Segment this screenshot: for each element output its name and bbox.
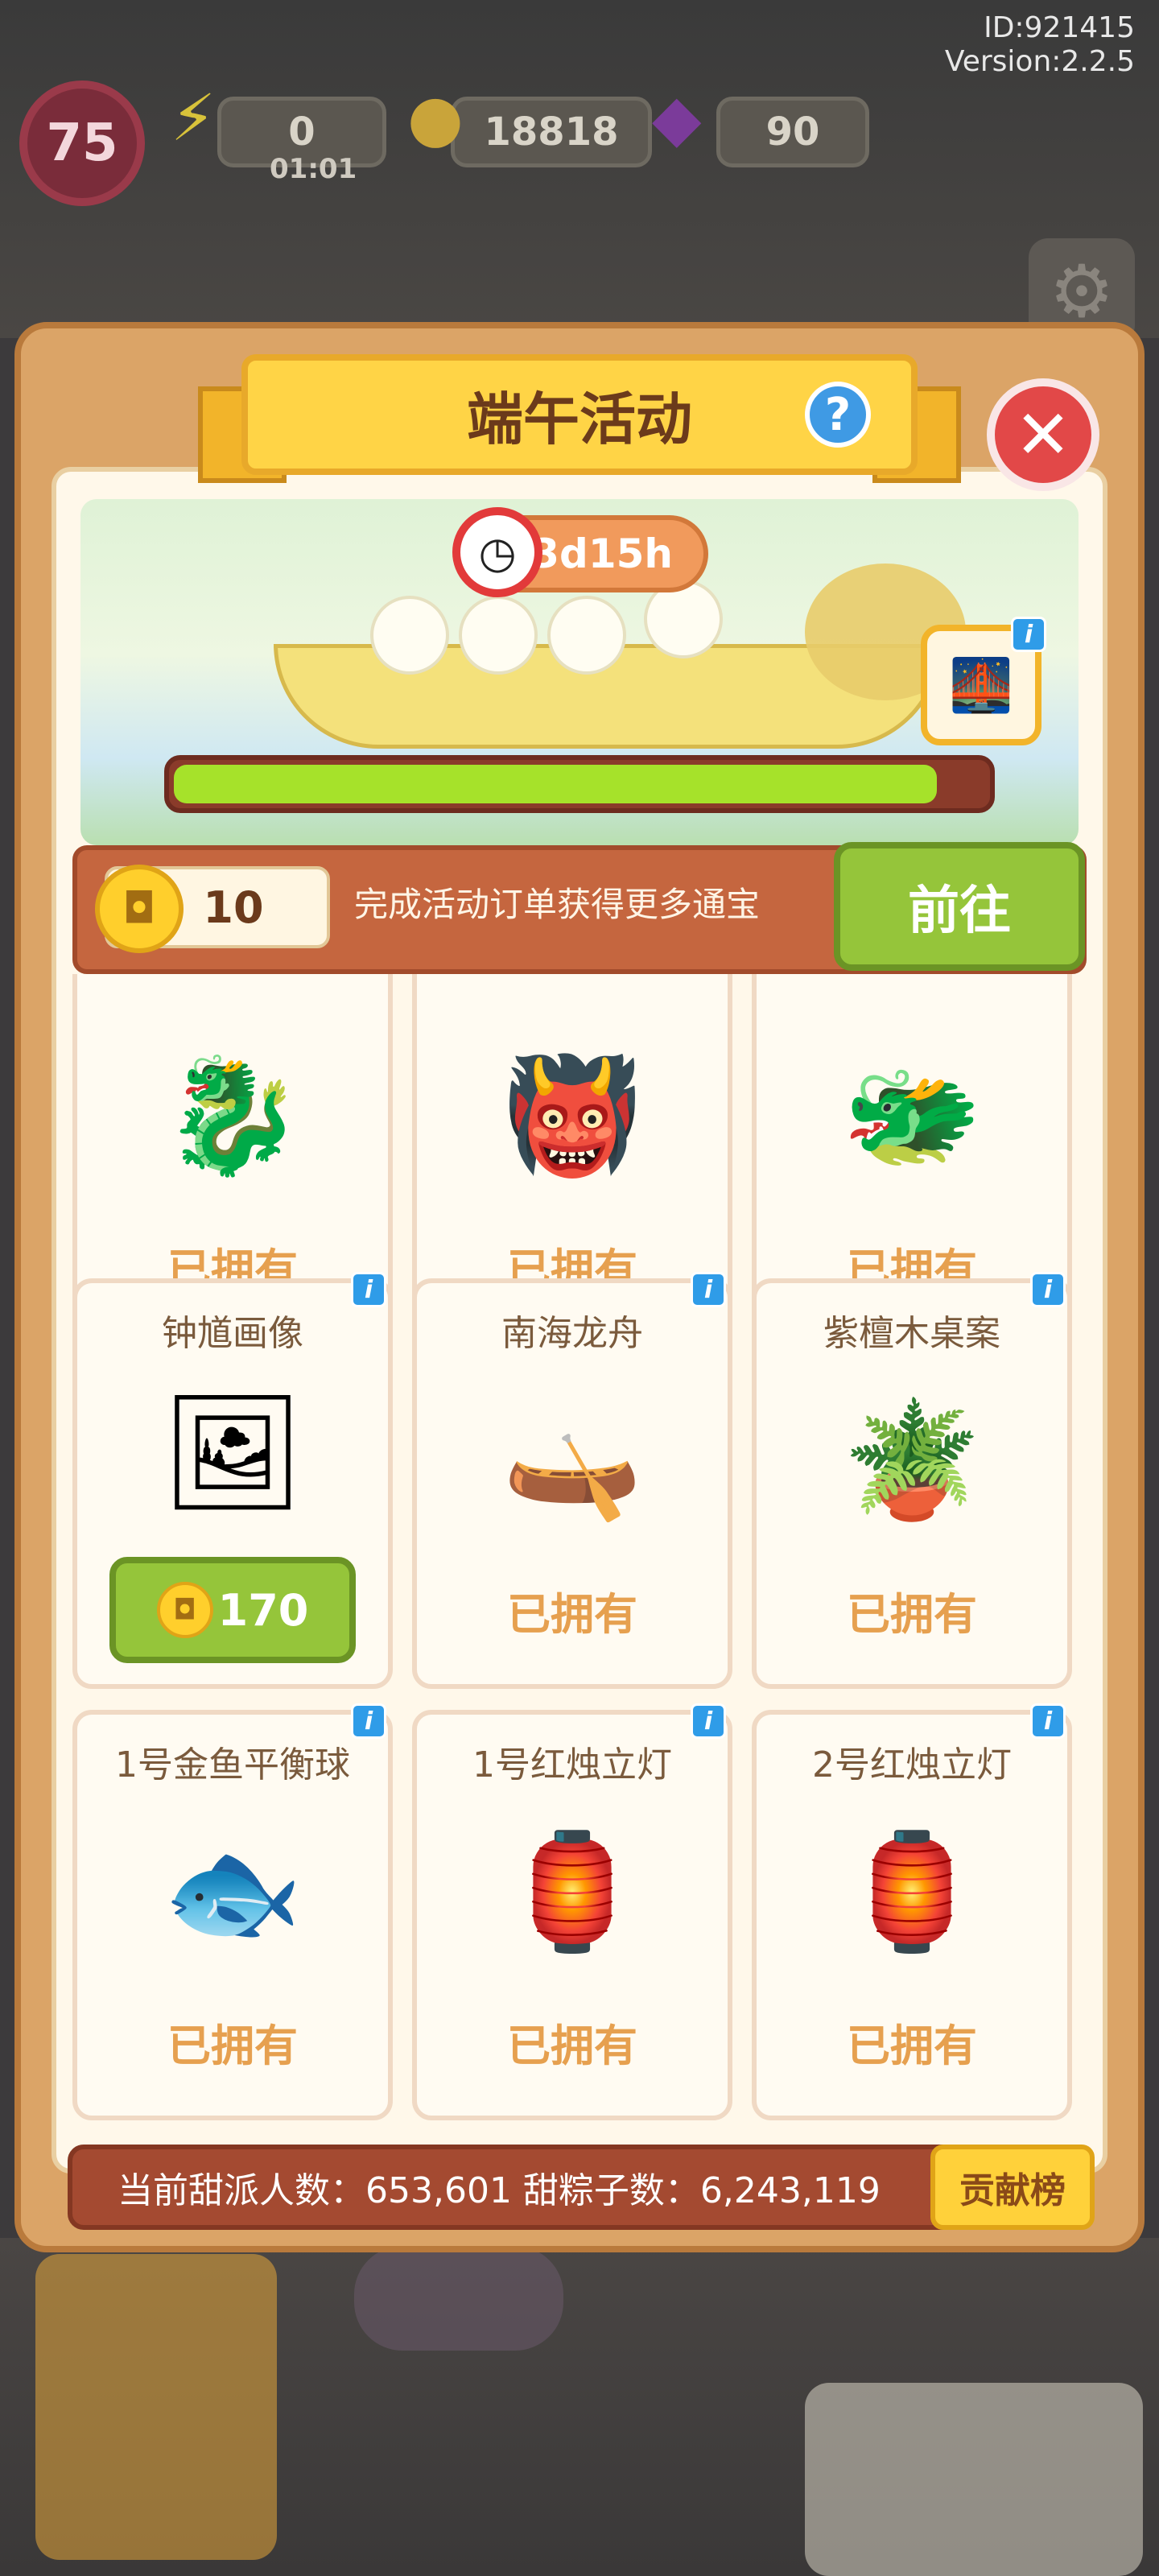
item-name: 紫檀木桌案 (823, 1313, 1000, 1354)
rower-figure (459, 596, 538, 675)
event-stats-text: 当前甜派人数：653,601 甜粽子数：6,243,119 (118, 2170, 881, 2211)
coin-counter[interactable]: 18818 (451, 97, 652, 167)
background-table-decoration (354, 2246, 563, 2351)
item-owned-label: 已拥有 (847, 1589, 977, 1640)
player-id: ID:921415 (984, 11, 1135, 44)
close-button[interactable]: ✕ (987, 378, 1099, 491)
item-info-icon[interactable]: i (691, 1272, 726, 1307)
gem-counter[interactable]: 90 (716, 97, 869, 167)
player-level-badge[interactable]: 75 (19, 80, 145, 206)
rower-figure (547, 596, 626, 675)
item-name: 2号红烛立灯 (812, 1744, 1012, 1785)
tongbao-coin-icon: ◘ (156, 1582, 213, 1638)
item-info-icon[interactable]: i (1030, 1703, 1066, 1739)
item-info-icon[interactable]: i (351, 1272, 386, 1307)
background-shop-decoration (35, 2254, 277, 2560)
item-card[interactable]: 2号红烛立灯 🏮 已拥有 (752, 1710, 1072, 2120)
goldfish-balance-ball-icon: 🐟 (162, 1827, 303, 1958)
item-name: 1号金鱼平衡球 (115, 1744, 350, 1785)
coin-icon: ● (407, 80, 464, 155)
item-price: 170 (217, 1584, 309, 1636)
item-owned-label: 已拥有 (167, 2021, 298, 2071)
item-card[interactable]: 紫檀木桌案 🪴 已拥有 (752, 1278, 1072, 1689)
reward-info-icon[interactable]: i (1011, 617, 1046, 652)
gem-icon: ◆ (652, 80, 702, 155)
item-card[interactable]: 1号金鱼平衡球 🐟 已拥有 (72, 1710, 393, 2120)
dragon-boat-black-icon: 🐲 (841, 1051, 983, 1182)
lightning-icon: ⚡ (171, 80, 217, 155)
contribution-rank-button[interactable]: 贡献榜 (930, 2145, 1095, 2230)
item-grid: 🐉 已拥有 👹 已拥有 🐲 已拥有 钟馗画像 🖼 ◘ 170 i 南海龙舟 🛶 … (69, 974, 1090, 2125)
event-progress-bar (164, 755, 995, 813)
item-name: 南海龙舟 (501, 1313, 643, 1354)
energy-value: 0 (288, 109, 316, 155)
event-stats-bar: 当前甜派人数：653,601 甜粽子数：6,243,119 (68, 2145, 1025, 2230)
buy-button[interactable]: ◘ 170 (109, 1557, 356, 1663)
item-card[interactable]: 1号红烛立灯 🏮 已拥有 (412, 1710, 732, 2120)
event-progress-fill (174, 765, 937, 803)
zhong-kui-painting-icon: 🖼 (161, 1387, 304, 1518)
item-info-icon[interactable]: i (691, 1703, 726, 1739)
energy-timer: 01:01 (270, 153, 357, 185)
help-button[interactable]: ? (805, 382, 871, 448)
red-candle-lamp-icon: 🏮 (841, 1827, 983, 1958)
item-owned-label: 已拥有 (507, 2021, 637, 2071)
rosewood-table-icon: 🪴 (841, 1395, 983, 1526)
item-owned-label: 已拥有 (847, 2021, 977, 2071)
gem-value: 90 (765, 109, 820, 155)
tongbao-coin-icon: ◘ (95, 865, 184, 953)
item-owned-label: 已拥有 (507, 1589, 637, 1640)
red-candle-lamp-icon: 🏮 (501, 1827, 643, 1958)
item-info-icon[interactable]: i (1030, 1272, 1066, 1307)
clock-icon: ◷ (452, 507, 542, 597)
event-currency-description: 完成活动订单获得更多通宝 (354, 885, 761, 924)
rower-figure (370, 596, 449, 675)
item-card[interactable]: 南海龙舟 🛶 已拥有 (412, 1278, 732, 1689)
go-button[interactable]: 前往 (834, 842, 1085, 971)
item-name: 钟馗画像 (162, 1313, 303, 1354)
coin-value: 18818 (484, 109, 619, 155)
version-label: Version:2.2.5 (944, 45, 1135, 78)
item-info-icon[interactable]: i (351, 1703, 386, 1739)
background-counter-decoration (805, 2383, 1143, 2576)
south-sea-dragon-boat-icon: 🛶 (501, 1395, 643, 1526)
zhong-kui-figure-icon: 👹 (501, 1051, 643, 1182)
dragon-boat-green-icon: 🐉 (162, 1051, 303, 1182)
item-card[interactable]: 钟馗画像 🖼 ◘ 170 (72, 1278, 393, 1689)
item-name: 1号红烛立灯 (472, 1744, 672, 1785)
build-info: ID:921415 Version:2.2.5 (945, 11, 1135, 79)
